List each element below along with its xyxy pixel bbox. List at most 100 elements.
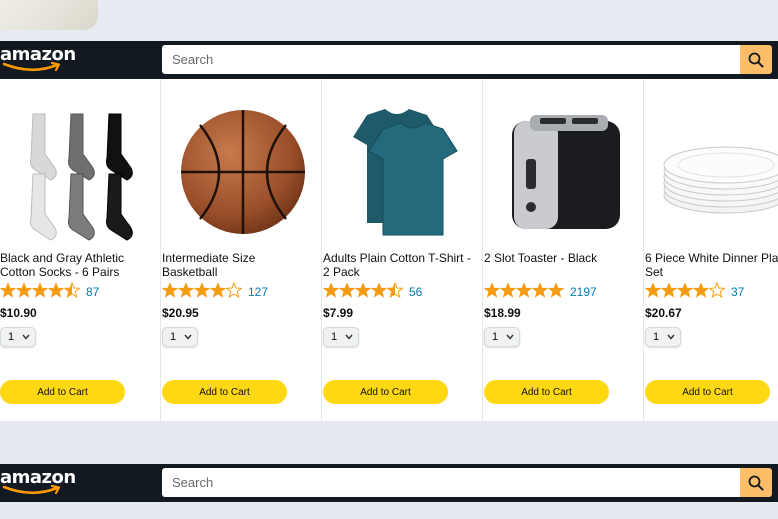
star-icon xyxy=(708,281,726,303)
quantity-value: 1 xyxy=(653,331,660,343)
rating-count-link[interactable]: 37 xyxy=(731,285,744,299)
product-price: $10.90 xyxy=(0,306,37,320)
quantity-value: 1 xyxy=(170,331,177,343)
search-input[interactable] xyxy=(162,468,740,497)
tshirt-icon xyxy=(339,107,469,242)
rating-stars xyxy=(483,281,565,303)
add-to-cart-button[interactable]: Add to Cart xyxy=(162,380,287,404)
logo-smile-icon xyxy=(2,61,61,72)
star-icon xyxy=(63,281,81,303)
star-icon xyxy=(483,281,501,303)
search-button[interactable] xyxy=(740,468,772,497)
star-icon xyxy=(322,281,340,303)
star-icon xyxy=(515,281,533,303)
amazon-logo[interactable]: amazon xyxy=(0,467,80,499)
logo-smile-icon xyxy=(2,484,61,495)
quantity-select[interactable]: 1 xyxy=(323,327,359,347)
star-icon xyxy=(161,281,179,303)
toaster-icon xyxy=(500,107,630,242)
product-rating: 56 xyxy=(322,281,422,303)
star-icon xyxy=(193,281,211,303)
product-image[interactable] xyxy=(645,99,778,249)
product-grid: Black and Gray Athletic Cotton Socks - 6… xyxy=(0,79,778,421)
product-image[interactable] xyxy=(484,99,645,249)
star-icon xyxy=(386,281,404,303)
product-price: $18.99 xyxy=(484,306,521,320)
star-icon xyxy=(692,281,710,303)
chevron-down-icon xyxy=(184,334,192,340)
product-image[interactable] xyxy=(323,99,484,249)
search-button[interactable] xyxy=(740,45,772,74)
chevron-down-icon xyxy=(22,334,30,340)
star-icon xyxy=(47,281,65,303)
chevron-down-icon xyxy=(345,334,353,340)
rating-stars xyxy=(161,281,243,303)
product-price: $7.99 xyxy=(323,306,354,320)
star-icon xyxy=(225,281,243,303)
product-card: 6 Piece White Dinner Plate Set 37 $20.67… xyxy=(644,79,778,421)
quantity-select[interactable]: 1 xyxy=(484,327,520,347)
star-icon xyxy=(0,281,17,303)
fabric-image xyxy=(0,0,98,30)
chevron-down-icon xyxy=(667,334,675,340)
star-icon xyxy=(338,281,356,303)
chevron-down-icon xyxy=(506,334,514,340)
rating-stars xyxy=(322,281,404,303)
product-rating: 2197 xyxy=(483,281,597,303)
product-rating: 37 xyxy=(644,281,744,303)
add-to-cart-button[interactable]: Add to Cart xyxy=(484,380,609,404)
product-name: Intermediate Size Basketball xyxy=(162,251,256,279)
add-to-cart-button[interactable]: Add to Cart xyxy=(323,380,448,404)
product-card: Intermediate Size Basketball 127 $20.95 … xyxy=(161,79,322,421)
add-to-cart-button[interactable]: Add to Cart xyxy=(645,380,770,404)
product-card: 2 Slot Toaster - Black 2197 $18.99 1 Add… xyxy=(483,79,644,421)
rating-count-link[interactable]: 127 xyxy=(248,285,268,299)
top-background xyxy=(0,0,778,42)
quantity-value: 1 xyxy=(8,331,15,343)
basketball-icon xyxy=(178,107,308,242)
quantity-select[interactable]: 1 xyxy=(162,327,198,347)
header: amazon xyxy=(0,41,778,79)
plates-icon xyxy=(661,107,778,242)
product-card: Black and Gray Athletic Cotton Socks - 6… xyxy=(0,79,161,421)
product-image[interactable] xyxy=(0,99,161,249)
star-icon xyxy=(547,281,565,303)
add-to-cart-button[interactable]: Add to Cart xyxy=(0,380,125,404)
product-image[interactable] xyxy=(162,99,323,249)
product-card: Adults Plain Cotton T-Shirt - 2 Pack 56 … xyxy=(322,79,483,421)
product-price: $20.67 xyxy=(645,306,682,320)
product-rating: 87 xyxy=(0,281,99,303)
search-icon xyxy=(748,52,764,67)
product-name: Adults Plain Cotton T-Shirt - 2 Pack xyxy=(323,251,471,279)
star-icon xyxy=(177,281,195,303)
rating-count-link[interactable]: 56 xyxy=(409,285,422,299)
star-icon xyxy=(660,281,678,303)
quantity-select[interactable]: 1 xyxy=(645,327,681,347)
star-icon xyxy=(644,281,662,303)
product-name: 6 Piece White Dinner Plate Set xyxy=(645,251,778,279)
product-name: 2 Slot Toaster - Black xyxy=(484,251,598,265)
rating-count-link[interactable]: 87 xyxy=(86,285,99,299)
search-input[interactable] xyxy=(162,45,740,74)
rating-stars xyxy=(644,281,726,303)
quantity-value: 1 xyxy=(492,331,499,343)
product-price: $20.95 xyxy=(162,306,199,320)
product-name: Black and Gray Athletic Cotton Socks - 6… xyxy=(0,251,125,279)
header-duplicate: amazon xyxy=(0,464,778,502)
star-icon xyxy=(31,281,49,303)
search-icon xyxy=(748,475,764,490)
socks-icon xyxy=(11,102,151,247)
amazon-logo[interactable]: amazon xyxy=(0,44,80,76)
quantity-value: 1 xyxy=(331,331,338,343)
quantity-select[interactable]: 1 xyxy=(0,327,36,347)
star-icon xyxy=(370,281,388,303)
star-icon xyxy=(209,281,227,303)
rating-count-link[interactable]: 2197 xyxy=(570,285,597,299)
star-icon xyxy=(499,281,517,303)
product-rating: 127 xyxy=(161,281,268,303)
star-icon xyxy=(676,281,694,303)
star-icon xyxy=(354,281,372,303)
rating-stars xyxy=(0,281,81,303)
star-icon xyxy=(531,281,549,303)
star-icon xyxy=(15,281,33,303)
